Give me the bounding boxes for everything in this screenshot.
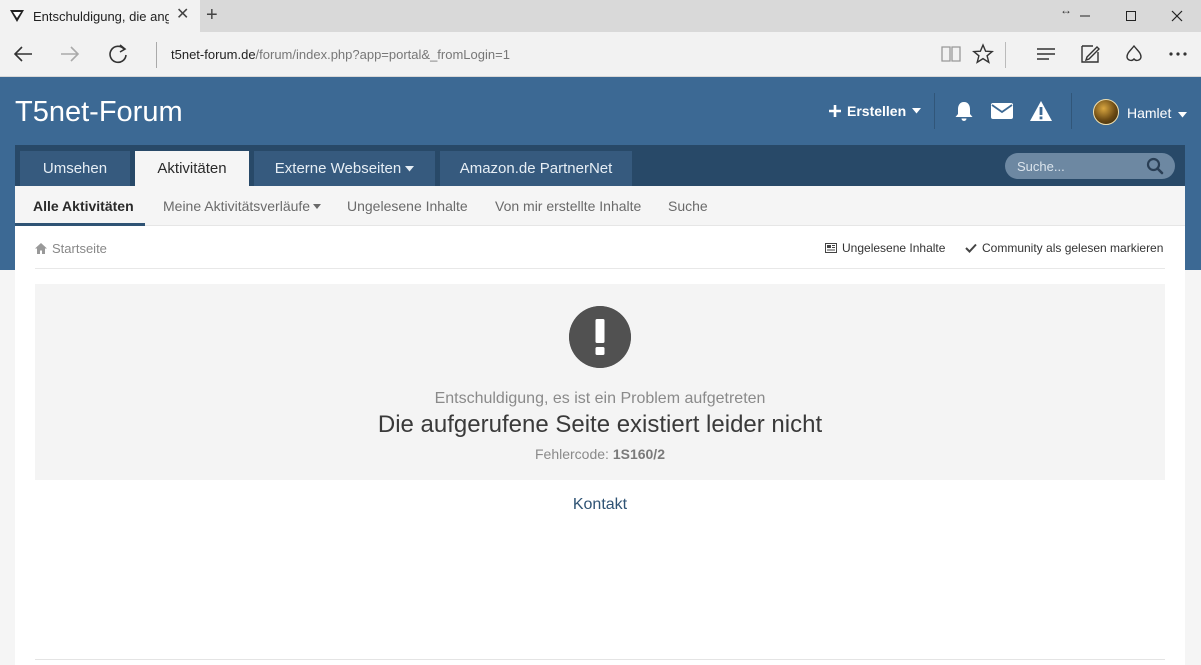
toolbar-separator (1005, 42, 1006, 68)
create-button[interactable]: Erstellen (829, 103, 922, 119)
tab-label: Externe Webseiten (274, 160, 402, 177)
reading-view-icon (941, 46, 961, 62)
maximize-button[interactable] (1108, 0, 1154, 32)
breadcrumb-divider (35, 268, 1165, 269)
browser-tab-bar: Entschuldigung, die angeforderte Seite ✕… (0, 0, 1201, 32)
close-icon (1171, 10, 1183, 22)
envelope-icon[interactable] (990, 100, 1014, 122)
subnav-alle-aktivitaeten[interactable]: Alle Aktivitäten (33, 186, 134, 226)
share-icon (1126, 44, 1142, 62)
create-label: Erstellen (847, 103, 907, 119)
tab-close-icon[interactable]: ✕ (176, 7, 189, 23)
tab-label: Aktivitäten (157, 160, 227, 177)
caret-down-icon (405, 165, 415, 171)
refresh-icon (109, 44, 127, 64)
browser-tab[interactable]: Entschuldigung, die angeforderte Seite ✕ (0, 0, 200, 32)
caret-down-icon (1178, 112, 1188, 118)
tab-externe-webseiten[interactable]: Externe Webseiten (254, 151, 435, 186)
unread-content-link[interactable]: Ungelesene Inhalte (825, 241, 945, 255)
user-menu[interactable]: Hamlet (1127, 105, 1188, 121)
web-note-button[interactable] (1075, 39, 1105, 69)
header-separator (934, 93, 935, 129)
hub-button[interactable] (1031, 39, 1061, 69)
refresh-button[interactable] (103, 39, 133, 69)
error-box: Entschuldigung, es ist ein Problem aufge… (35, 284, 1165, 480)
more-dots-icon (1169, 52, 1187, 56)
page-gutter-left (0, 270, 15, 665)
error-subtitle: Entschuldigung, es ist ein Problem aufge… (434, 390, 766, 407)
tab-amazon-partnernet[interactable]: Amazon.de PartnerNet (440, 151, 632, 186)
subnav-von-mir-erstellte-inhalte[interactable]: Von mir erstellte Inhalte (495, 186, 641, 226)
main-content: Alle Aktivitäten Meine Aktivitätsverläuf… (15, 186, 1185, 665)
newspaper-icon (825, 243, 837, 253)
tab-label: Amazon.de PartnerNet (459, 160, 613, 177)
subnav-label: Ungelesene Inhalte (347, 198, 468, 214)
forward-button[interactable] (55, 39, 85, 69)
tab-aktivitaeten[interactable]: Aktivitäten (135, 151, 249, 186)
minimize-button[interactable] (1062, 0, 1108, 32)
unread-label: Ungelesene Inhalte (842, 241, 946, 255)
new-tab-icon[interactable]: + (206, 5, 218, 25)
pen-note-icon (1081, 45, 1100, 63)
subnav-label: Von mir erstellte Inhalte (495, 198, 642, 214)
site-title[interactable]: T5net-Forum (15, 96, 183, 129)
search-icon[interactable] (1146, 157, 1164, 175)
arrow-left-icon (13, 46, 32, 62)
content-divider (35, 659, 1165, 660)
subnav-label: Suche (668, 198, 708, 214)
browser-address-bar: t5net-forum.de/forum/index.php?app=porta… (0, 32, 1201, 77)
error-code: Fehlercode: 1S160/2 (35, 446, 1165, 462)
url-field[interactable]: t5net-forum.de/forum/index.php?app=porta… (171, 47, 510, 62)
url-path: /forum/index.php?app=portal&_fromLogin=1 (255, 47, 510, 62)
subnav-suche[interactable]: Suche (668, 186, 708, 226)
mark-read-label: Community als gelesen markieren (982, 241, 1164, 255)
user-name: Hamlet (1127, 105, 1172, 121)
breadcrumb[interactable]: Startseite (35, 241, 107, 256)
back-button[interactable] (8, 39, 38, 69)
header-separator (1071, 93, 1072, 129)
subnav-ungelesene-inhalte[interactable]: Ungelesene Inhalte (347, 186, 468, 226)
caret-down-icon (912, 108, 922, 114)
tab-label: Umsehen (42, 160, 108, 177)
home-icon (35, 243, 47, 254)
checkmark-icon (965, 243, 977, 253)
search-input[interactable] (1017, 153, 1147, 179)
tab-title: Entschuldigung, die angeforderte Seite (33, 9, 169, 24)
subnav-label: Alle Aktivitäten (33, 198, 134, 214)
favorite-button[interactable] (968, 39, 998, 69)
error-code-label: Fehlercode: (535, 446, 609, 462)
share-button[interactable] (1119, 39, 1149, 69)
bell-icon[interactable] (952, 100, 976, 122)
search-box (1005, 153, 1175, 179)
plus-icon (829, 105, 841, 117)
exclamation-circle-icon (569, 306, 631, 368)
tab-umsehen[interactable]: Umsehen (20, 151, 130, 186)
contact-link[interactable]: Kontakt (15, 496, 1185, 514)
active-subnav-indicator (15, 223, 145, 226)
error-message: Die aufgerufene Seite existiert leider n… (377, 411, 823, 438)
page-gutter-right (1185, 270, 1201, 665)
hub-icon (1037, 48, 1055, 60)
mark-read-link[interactable]: Community als gelesen markieren (965, 241, 1163, 255)
maximize-icon (1126, 11, 1136, 21)
arrow-right-icon (61, 46, 80, 62)
more-button[interactable] (1163, 39, 1193, 69)
avatar[interactable] (1093, 99, 1119, 125)
error-code-value: 1S160/2 (612, 446, 665, 462)
site-favicon-icon (10, 10, 24, 22)
close-window-button[interactable] (1154, 0, 1200, 32)
minimize-icon (1080, 15, 1090, 17)
url-separator (156, 42, 157, 68)
star-icon (972, 43, 994, 64)
url-host: t5net-forum.de (171, 47, 256, 62)
sub-navigation: Alle Aktivitäten Meine Aktivitätsverläuf… (15, 186, 1185, 226)
breadcrumb-home: Startseite (52, 241, 107, 256)
subnav-label: Meine Aktivitätsverläufe (163, 198, 311, 214)
subnav-meine-aktivitaetsverlaeufe[interactable]: Meine Aktivitätsverläufe (163, 186, 322, 226)
caret-down-icon (313, 203, 322, 209)
warning-icon[interactable] (1029, 100, 1053, 122)
reading-view-button[interactable] (936, 39, 966, 69)
